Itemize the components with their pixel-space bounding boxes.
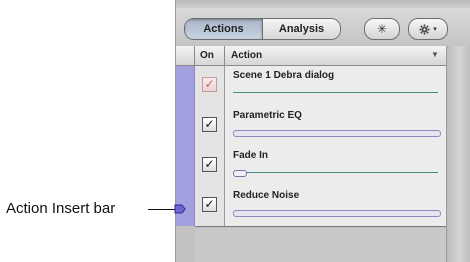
- action-waveform-line: [233, 172, 438, 173]
- header-divider: [194, 46, 195, 65]
- fade-handle[interactable]: [233, 170, 247, 177]
- action-insert-bar-label: Action Insert bar: [6, 200, 116, 217]
- on-cell: ✓: [195, 66, 225, 106]
- action-range-bar[interactable]: [233, 130, 441, 137]
- action-name: Fade In: [233, 150, 269, 161]
- action-on-checkbox[interactable]: ✓: [202, 157, 217, 172]
- on-cell: ✓: [195, 186, 225, 226]
- on-cell: ✓: [195, 106, 225, 146]
- insert-bar-handle-icon[interactable]: [174, 203, 186, 215]
- panel-top-strip: [176, 0, 470, 8]
- table-header: On Action ▼: [176, 46, 446, 66]
- action-row-fade-in[interactable]: ✓ Fade In: [195, 146, 446, 187]
- column-header-action[interactable]: Action: [231, 50, 262, 61]
- table-empty-area: [195, 228, 446, 262]
- asterisk-icon: ✳: [376, 22, 388, 36]
- tab-actions[interactable]: Actions: [185, 19, 263, 39]
- view-segmented-control: Actions Analysis: [184, 18, 341, 40]
- tab-analysis[interactable]: Analysis: [263, 19, 340, 39]
- action-on-checkbox[interactable]: ✓: [202, 197, 217, 212]
- on-cell: ✓: [195, 146, 225, 186]
- chevron-down-icon: ▾: [433, 26, 437, 33]
- actions-table: On Action ▼ ✓ Scene 1 Debra dialog ✓ Par…: [176, 46, 446, 262]
- callout-line: [148, 209, 176, 210]
- action-row-reduce-noise[interactable]: ✓ Reduce Noise: [195, 186, 446, 227]
- gear-menu-button[interactable]: ▾: [408, 18, 448, 40]
- action-name: Scene 1 Debra dialog: [233, 70, 335, 81]
- action-row-scene-1-debra-dialog[interactable]: ✓ Scene 1 Debra dialog: [195, 66, 446, 107]
- vertical-scrollbar[interactable]: [446, 46, 470, 262]
- gear-icon: [419, 23, 430, 35]
- action-name: Parametric EQ: [233, 110, 302, 121]
- actions-panel: Actions Analysis ✳ ▾ On Action ▼ ✓ Scene…: [175, 0, 470, 262]
- action-range-bar[interactable]: [233, 210, 441, 217]
- action-name: Reduce Noise: [233, 190, 300, 201]
- column-header-on[interactable]: On: [200, 50, 214, 61]
- action-row-parametric-eq[interactable]: ✓ Parametric EQ: [195, 106, 446, 147]
- action-on-checkbox[interactable]: ✓: [202, 117, 217, 132]
- action-waveform-line: [233, 92, 438, 93]
- action-insert-bar[interactable]: [176, 66, 195, 226]
- action-on-checkbox[interactable]: ✓: [202, 77, 217, 92]
- asterisk-button[interactable]: ✳: [364, 18, 400, 40]
- sort-triangle-icon[interactable]: ▼: [431, 50, 439, 59]
- header-divider: [224, 46, 225, 65]
- toolbar: Actions Analysis ✳ ▾: [176, 8, 470, 47]
